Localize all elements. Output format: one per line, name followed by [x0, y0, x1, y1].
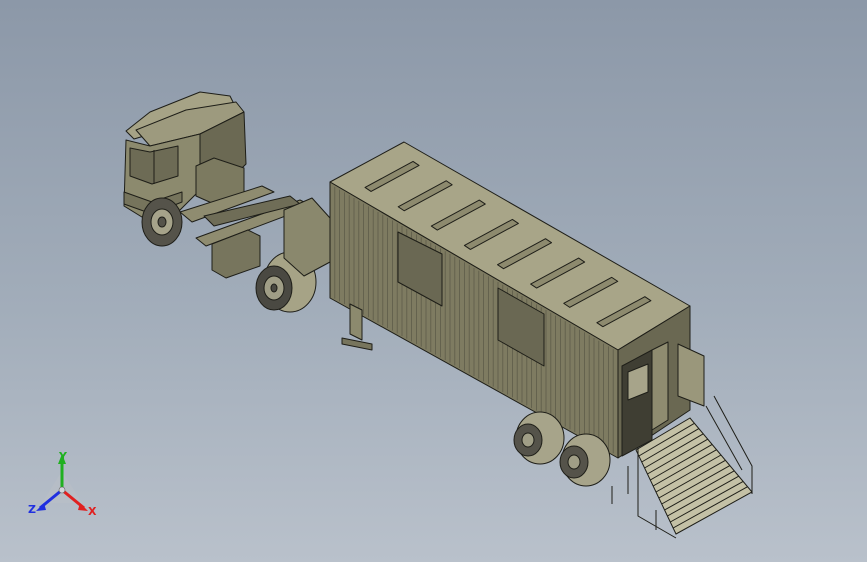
truck-cab [123, 91, 331, 313]
model-canvas[interactable] [0, 0, 867, 562]
trailer-container [329, 141, 705, 487]
z-axis-label: Z [28, 503, 36, 516]
y-axis-label: Y [59, 450, 67, 463]
x-axis-label: X [88, 505, 97, 518]
triad-origin [58, 486, 66, 494]
cad-viewport[interactable]: Y X Z [0, 0, 867, 562]
